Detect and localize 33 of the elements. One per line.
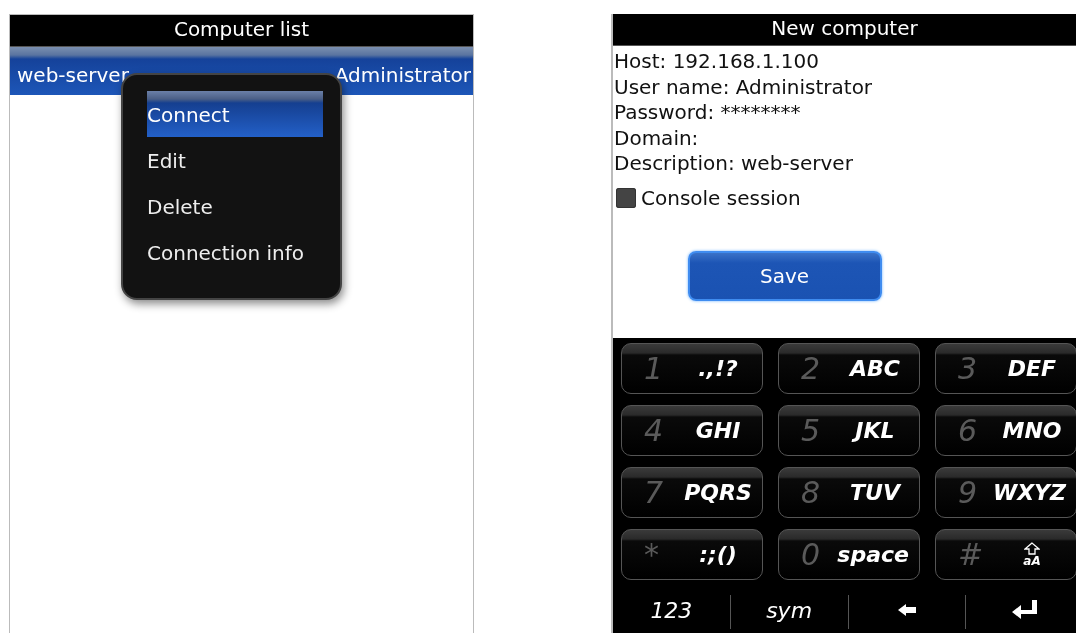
shift-arrow-icon [1024, 542, 1040, 555]
list-item-text: Administrator [334, 62, 471, 89]
field-text: Host: 192.168.1.100 [613, 49, 820, 75]
keypad-key[interactable]: 4 GHI [621, 405, 763, 456]
keypad-key[interactable]: 8 TUV [778, 467, 920, 518]
list-item-text: web-server [17, 62, 129, 89]
keypad-key[interactable]: 0 space [778, 529, 920, 580]
keypad-key[interactable]: 2 ABC [778, 343, 920, 394]
screen-title: Computer list [10, 15, 473, 47]
keypad-key[interactable]: * :;() [621, 529, 763, 580]
field-text: User name: Administrator [613, 74, 874, 100]
mode-key[interactable]: sym [730, 591, 848, 629]
enter-arrow-icon [1011, 600, 1038, 620]
menu-item[interactable]: Delete [147, 183, 323, 229]
checkbox[interactable] [616, 187, 636, 208]
field-text: Domain: [613, 125, 700, 151]
field-text: Description: web-server [613, 151, 854, 177]
left-arrow-icon [897, 604, 916, 616]
save-button[interactable]: Save [687, 250, 882, 301]
keypad-key[interactable]: 7 PQRS [621, 467, 763, 518]
menu-item[interactable]: Edit [147, 137, 323, 183]
screen-title: New computer [613, 14, 1076, 46]
menu-item[interactable]: Connection info [147, 229, 323, 275]
keypad-key[interactable]: 9 WXYZ [935, 467, 1076, 518]
keypad-key[interactable]: 5 JKL [778, 405, 920, 456]
checkbox-label: Console session [641, 185, 801, 210]
keypad-key[interactable]: 1 .,!? [621, 343, 763, 394]
shift-key[interactable]: # aA [935, 529, 1076, 580]
field-text: Password: ******** [613, 100, 802, 126]
mode-key[interactable]: 123 [613, 591, 730, 629]
keypad-key[interactable]: 6 MNO [935, 405, 1076, 456]
menu-item[interactable]: Connect [147, 91, 323, 137]
keypad-key[interactable]: 3 DEF [935, 343, 1076, 394]
